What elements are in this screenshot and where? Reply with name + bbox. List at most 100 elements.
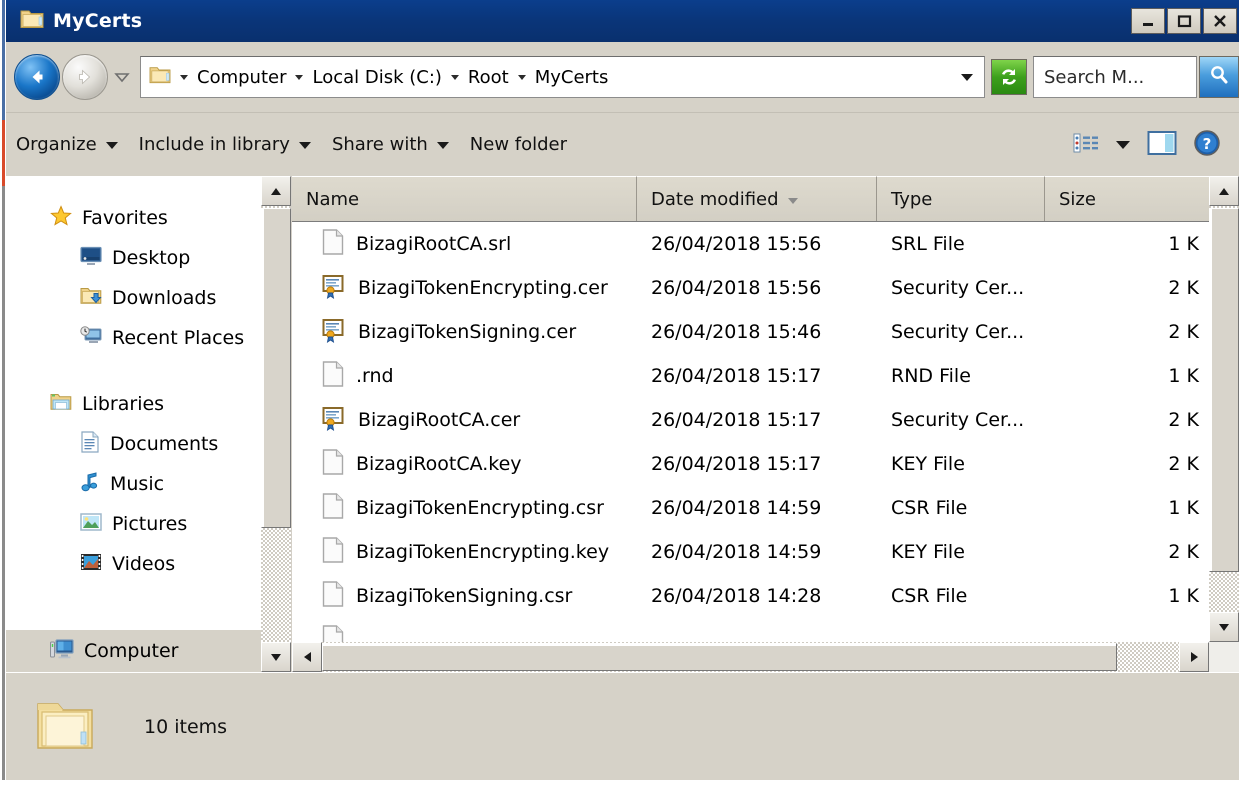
chevron-down-icon	[105, 134, 119, 155]
certificate-icon	[322, 405, 346, 436]
svg-text:?: ?	[1203, 135, 1212, 153]
h-scroll-track[interactable]	[322, 642, 1179, 672]
address-bar[interactable]: Computer Local Disk (C:) Root MyCerts	[140, 56, 985, 98]
sidebar-scroll-up-button[interactable]	[261, 176, 291, 206]
sidebar-item-label: Recent Places	[112, 327, 245, 349]
maximize-button[interactable]	[1167, 8, 1201, 34]
table-row[interactable]: BizagiTokenEncrypting.cer 26/04/2018 15:…	[292, 266, 1209, 310]
breadcrumb-separator[interactable]	[290, 73, 308, 81]
column-header-type[interactable]: Type	[877, 176, 1045, 221]
sidebar-item-recent-places[interactable]: Recent Places	[6, 318, 291, 358]
sidebar-item-computer[interactable]: Computer	[6, 630, 291, 672]
sidebar-item-label: Videos	[112, 553, 176, 575]
chevron-down-icon	[1115, 135, 1131, 154]
h-scroll-thumb[interactable]	[322, 643, 1117, 671]
close-button[interactable]	[1203, 8, 1237, 34]
blank-file-icon	[322, 492, 344, 524]
sidebar-item-music[interactable]: Music	[6, 464, 291, 504]
sidebar-scrollbar[interactable]	[261, 176, 291, 672]
file-date-modified: 26/04/2018 14:59	[651, 541, 822, 563]
new-folder-button[interactable]: New folder	[460, 123, 577, 167]
organize-button[interactable]: Organize	[6, 123, 129, 167]
breadcrumb: Computer Local Disk (C:) Root MyCerts	[175, 66, 956, 89]
file-size: 1 K	[1168, 585, 1199, 607]
sidebar-scroll-thumb[interactable]	[261, 208, 291, 528]
column-headers: Name Date modified Type Size	[292, 176, 1209, 222]
forward-button[interactable]	[62, 54, 108, 100]
table-row[interactable]: BizagiTokenEncrypting.key 26/04/2018 14:…	[292, 530, 1209, 574]
sidebar-group-libraries[interactable]: Libraries	[6, 384, 291, 424]
column-header-label: Date modified	[651, 188, 779, 210]
help-icon: ?	[1193, 129, 1221, 161]
file-name: BizagiTokenEncrypting.cer	[358, 277, 608, 299]
sidebar-item-videos[interactable]: Videos	[6, 544, 291, 584]
include-in-library-button[interactable]: Include in library	[129, 123, 322, 167]
table-row[interactable]: BizagiRootCA.srl 26/04/2018 15:56 SRL Fi…	[292, 222, 1209, 266]
scroll-down-button[interactable]	[1209, 612, 1239, 642]
sidebar-item-pictures[interactable]: Pictures	[6, 504, 291, 544]
chevron-down-icon[interactable]	[956, 72, 984, 82]
file-date-modified: 26/04/2018 15:56	[651, 233, 822, 255]
sidebar-scroll-down-button[interactable]	[261, 642, 291, 672]
breadcrumb-separator[interactable]	[175, 73, 193, 81]
folder-icon	[20, 8, 44, 34]
share-with-label: Share with	[331, 134, 428, 155]
view-options-dropdown[interactable]	[1107, 123, 1139, 167]
chevron-down-icon	[436, 134, 450, 155]
new-folder-label: New folder	[469, 134, 568, 155]
column-header-name[interactable]: Name	[292, 176, 637, 221]
file-type: SRL File	[891, 233, 965, 255]
file-name: BizagiTokenSigning.cer	[358, 321, 577, 343]
breadcrumb-item-3[interactable]: MyCerts	[531, 66, 613, 89]
table-row[interactable]: BizagiTokenEncrypting.csr 26/04/2018 14:…	[292, 486, 1209, 530]
file-name: BizagiTokenEncrypting.key	[356, 541, 610, 563]
back-button[interactable]	[14, 54, 60, 100]
file-type: CSR File	[891, 585, 968, 607]
file-name: .rnd	[356, 365, 394, 387]
file-list-vertical-scrollbar[interactable]	[1209, 176, 1239, 642]
preview-pane-icon	[1147, 130, 1177, 160]
videos-icon	[80, 552, 102, 576]
file-size: 2 K	[1168, 541, 1199, 563]
file-list-horizontal-scrollbar[interactable]	[292, 642, 1209, 672]
minimize-button[interactable]	[1131, 8, 1165, 34]
navigation-buttons	[14, 54, 130, 100]
scroll-right-button[interactable]	[1179, 642, 1209, 672]
preview-pane-button[interactable]	[1139, 123, 1185, 167]
change-view-button[interactable]	[1065, 123, 1107, 167]
breadcrumb-separator[interactable]	[446, 73, 464, 81]
refresh-button[interactable]	[991, 59, 1027, 95]
table-row[interactable]: BizagiTokenSigning.csr 26/04/2018 14:28 …	[292, 574, 1209, 618]
file-date-modified: 26/04/2018 15:56	[651, 277, 822, 299]
search-button[interactable]	[1199, 56, 1239, 98]
title-bar-content: MyCerts	[6, 8, 1131, 34]
file-name: BizagiRootCA.cer	[358, 409, 521, 431]
scroll-left-button[interactable]	[292, 642, 322, 672]
table-row[interactable]: BizagiRootCA.key 26/04/2018 15:17 KEY Fi…	[292, 442, 1209, 486]
table-row[interactable]: BizagiRootCA.cer 26/04/2018 15:17 Securi…	[292, 398, 1209, 442]
breadcrumb-item-2[interactable]: Root	[464, 66, 513, 89]
breadcrumb-separator[interactable]	[513, 73, 531, 81]
sidebar-group-favorites[interactable]: Favorites	[6, 198, 291, 238]
help-button[interactable]: ?	[1185, 123, 1239, 167]
recent-pages-dropdown-icon[interactable]	[114, 68, 130, 87]
sidebar-item-downloads[interactable]: Downloads	[6, 278, 291, 318]
column-header-date-modified[interactable]: Date modified	[637, 176, 877, 221]
details-pane: 10 items	[6, 672, 1239, 780]
sidebar-item-documents[interactable]: Documents	[6, 424, 291, 464]
open-folder-icon	[34, 694, 96, 760]
share-with-button[interactable]: Share with	[322, 123, 460, 167]
column-header-size[interactable]: Size	[1045, 176, 1209, 221]
search-input[interactable]: Search M...	[1033, 56, 1197, 98]
file-name: BizagiTokenEncrypting.csr	[356, 497, 604, 519]
scroll-thumb[interactable]	[1209, 208, 1239, 572]
breadcrumb-item-1[interactable]: Local Disk (C:)	[308, 66, 445, 89]
computer-icon	[50, 638, 74, 664]
table-row[interactable]: BizagiTokenSigning.cer 26/04/2018 15:46 …	[292, 310, 1209, 354]
scroll-up-button[interactable]	[1209, 176, 1239, 206]
table-row[interactable]: .rnd 26/04/2018 15:17 RND File 1 K	[292, 354, 1209, 398]
file-type: RND File	[891, 365, 971, 387]
sidebar-item-desktop[interactable]: Desktop	[6, 238, 291, 278]
breadcrumb-item-0[interactable]: Computer	[193, 66, 290, 89]
